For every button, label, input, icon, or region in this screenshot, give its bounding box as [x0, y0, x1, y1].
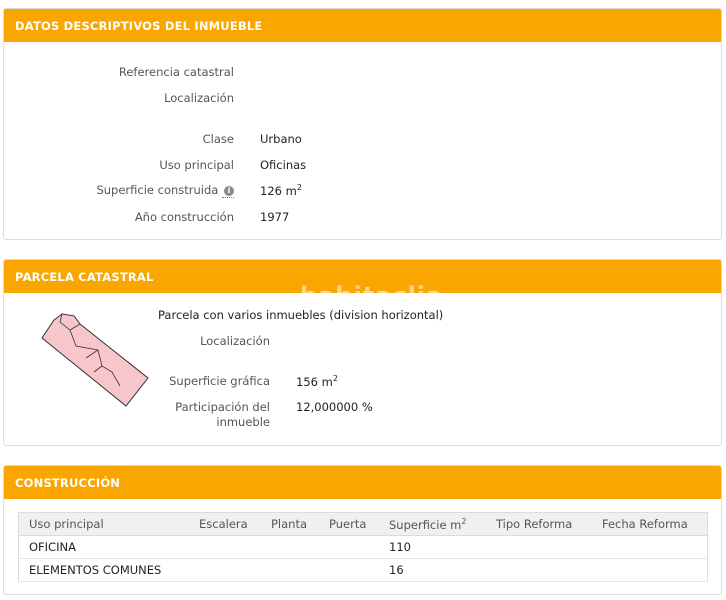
clase-value: Urbano — [260, 132, 302, 146]
superficie-construida-label: Superficie construida i — [4, 183, 234, 198]
construccion-panel: CONSTRUCCIÓN Uso principal Escalera Plan… — [3, 465, 722, 595]
col-tipo-reforma: Tipo Reforma — [486, 512, 592, 536]
col-superficie: Superficie m2 — [379, 512, 486, 536]
col-puerta: Puerta — [319, 512, 379, 536]
cell-superficie: 110 — [379, 535, 486, 559]
superficie-info[interactable]: i — [222, 183, 234, 198]
info-icon[interactable]: i — [224, 186, 234, 196]
cell-superficie: 16 — [379, 558, 486, 582]
parcel-map[interactable] — [40, 310, 152, 408]
cell-planta — [261, 535, 319, 559]
superficie-grafica-label: Superficie gráfica — [169, 374, 270, 388]
uso-principal-label: Uso principal — [159, 158, 234, 172]
construccion-table: Uso principal Escalera Planta Puerta Sup… — [18, 512, 708, 582]
superficie-construida-value: 126 m2 — [260, 183, 302, 198]
parcel-shape — [41, 313, 149, 407]
col-escalera: Escalera — [189, 512, 261, 536]
col-planta: Planta — [261, 512, 319, 536]
localizacion-label: Localización — [164, 91, 234, 105]
col-uso-principal: Uso principal — [18, 512, 189, 536]
superficie-construida-number: 126 m — [260, 183, 297, 198]
superficie-construida-sup: 2 — [296, 183, 302, 192]
participacion-label: Participación del inmueble — [124, 400, 270, 430]
anio-construccion-label: Año construcción — [134, 210, 234, 224]
datos-panel: DATOS DESCRIPTIVOS DEL INMUEBLE Referenc… — [3, 8, 722, 240]
datos-panel-title: DATOS DESCRIPTIVOS DEL INMUEBLE — [4, 9, 721, 42]
participacion-value: 12,000000 % — [296, 400, 373, 414]
cell-fecha-reforma — [592, 535, 708, 559]
col-superficie-sup: 2 — [461, 516, 467, 526]
superficie-grafica-number: 156 m — [296, 374, 333, 389]
cell-escalera — [189, 558, 261, 582]
superficie-grafica-sup: 2 — [332, 374, 338, 383]
table-header-row: Uso principal Escalera Planta Puerta Sup… — [18, 512, 708, 536]
cell-tipo-reforma — [486, 535, 592, 559]
superficie-construida-text: Superficie construida — [96, 183, 219, 197]
table-row: OFICINA 110 — [18, 535, 708, 559]
parcela-panel-title: PARCELA CATASTRAL — [4, 260, 721, 293]
participacion-label-line1: Participación del — [175, 400, 270, 414]
parcela-panel: PARCELA CATASTRAL Parcela con varios inm… — [3, 259, 722, 446]
cell-escalera — [189, 535, 261, 559]
superficie-grafica-value: 156 m2 — [296, 374, 338, 389]
construccion-panel-title: CONSTRUCCIÓN — [4, 466, 721, 499]
cell-puerta — [319, 558, 379, 582]
referencia-label: Referencia catastral — [118, 65, 234, 79]
table-row: ELEMENTOS COMUNES 16 — [18, 558, 708, 582]
clase-label: Clase — [202, 132, 234, 146]
cell-uso: ELEMENTOS COMUNES — [18, 558, 189, 582]
uso-principal-value: Oficinas — [260, 158, 307, 172]
cell-uso: OFICINA — [18, 535, 189, 559]
col-superficie-text: Superficie m — [389, 517, 462, 532]
cell-fecha-reforma — [592, 558, 708, 582]
cell-tipo-reforma — [486, 558, 592, 582]
parcela-description: Parcela con varios inmuebles (division h… — [158, 308, 444, 322]
col-fecha-reforma: Fecha Reforma — [592, 512, 708, 536]
parcela-localizacion-label: Localización — [200, 334, 270, 348]
anio-construccion-value: 1977 — [260, 210, 290, 224]
cell-planta — [261, 558, 319, 582]
cell-puerta — [319, 535, 379, 559]
participacion-label-line2: inmueble — [216, 415, 270, 429]
